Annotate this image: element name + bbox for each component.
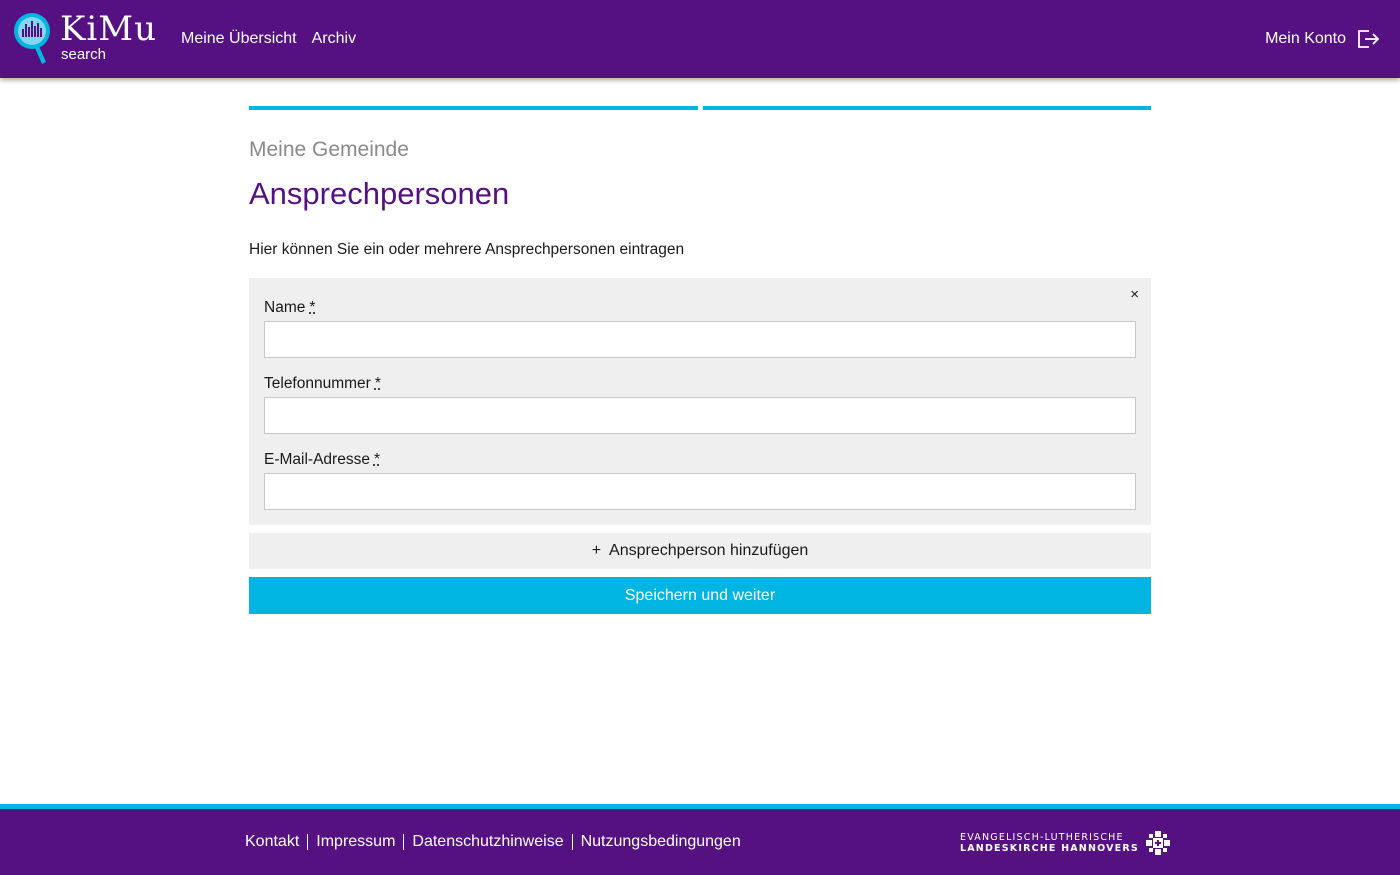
email-input[interactable] [264, 473, 1136, 510]
phone-input[interactable] [264, 397, 1136, 434]
nav-link-meine-uebersicht[interactable]: Meine Übersicht [181, 30, 297, 48]
main-nav: Meine Übersicht Archiv [181, 0, 356, 78]
required-marker: * [309, 299, 316, 316]
intro-text: Hier können Sie ein oder mehrere Ansprec… [249, 241, 685, 258]
contact-person-card: × Name * Telefonnummer * E-Mail-Adresse * [249, 278, 1151, 525]
cross-emblem-icon [1145, 831, 1170, 855]
main-content: Meine Gemeinde Ansprechpersonen Hier kön… [249, 106, 1151, 614]
kimu-search-logo[interactable]: KiMu search [12, 9, 162, 67]
name-input[interactable] [264, 321, 1136, 358]
name-field-group: Name * [264, 298, 1136, 358]
plus-icon: + [591, 542, 602, 559]
nav-link-archiv[interactable]: Archiv [312, 30, 356, 48]
name-label-text: Name [264, 299, 306, 316]
landeskirche-logo[interactable]: EVANGELISCH-LUTHERISCHE LANDESKIRCHE HAN… [960, 830, 1171, 856]
footer-link-nutzungsbedingungen[interactable]: Nutzungsbedingungen [581, 833, 741, 851]
required-marker: * [373, 451, 380, 468]
save-and-continue-button[interactable]: Speichern und weiter [249, 577, 1151, 614]
account-menu-button[interactable]: Mein Konto [1265, 0, 1380, 78]
logo-subtitle: search [61, 46, 107, 63]
church-line-2: LANDESKIRCHE HANNOVERS [960, 843, 1139, 854]
progress-step-1 [249, 106, 698, 110]
magnifier-logo-icon [14, 13, 50, 64]
phone-label-text: Telefonnummer [264, 375, 371, 392]
church-line-1: EVANGELISCH-LUTHERISCHE [960, 832, 1124, 843]
footer-link-impressum[interactable]: Impressum [316, 833, 395, 851]
step-progress-bar [249, 106, 1151, 110]
required-marker: * [374, 375, 381, 392]
logout-icon [1358, 30, 1380, 48]
footer: Kontakt Impressum Datenschutzhinweise Nu… [0, 804, 1400, 875]
footer-separator [307, 834, 309, 850]
top-navigation-bar: KiMu search Meine Übersicht Archiv Mein … [0, 0, 1400, 78]
email-label-text: E-Mail-Adresse [264, 451, 370, 468]
phone-label: Telefonnummer * [264, 374, 1136, 394]
progress-step-2 [702, 106, 1151, 110]
footer-separator [571, 834, 573, 850]
logo-wordmark: KiMu [60, 9, 157, 49]
footer-links: Kontakt Impressum Datenschutzhinweise Nu… [245, 809, 741, 875]
account-label: Mein Konto [1265, 30, 1346, 47]
email-label: E-Mail-Adresse * [264, 450, 1136, 470]
add-contact-person-button[interactable]: + Ansprechperson hinzufügen [249, 533, 1151, 569]
add-contact-person-label: Ansprechperson hinzufügen [609, 542, 809, 559]
name-label: Name * [264, 298, 1136, 318]
section-kicker: Meine Gemeinde [249, 138, 409, 161]
email-field-group: E-Mail-Adresse * [264, 450, 1136, 510]
close-icon[interactable]: × [1130, 287, 1139, 303]
footer-link-kontakt[interactable]: Kontakt [245, 833, 299, 851]
landeskirche-wordmark: EVANGELISCH-LUTHERISCHE LANDESKIRCHE HAN… [960, 832, 1139, 854]
page: KiMu search Meine Übersicht Archiv Mein … [0, 0, 1400, 875]
footer-separator [403, 834, 405, 850]
phone-field-group: Telefonnummer * [264, 374, 1136, 434]
footer-link-datenschutz[interactable]: Datenschutzhinweise [412, 833, 563, 851]
page-title: Ansprechpersonen [249, 176, 510, 211]
